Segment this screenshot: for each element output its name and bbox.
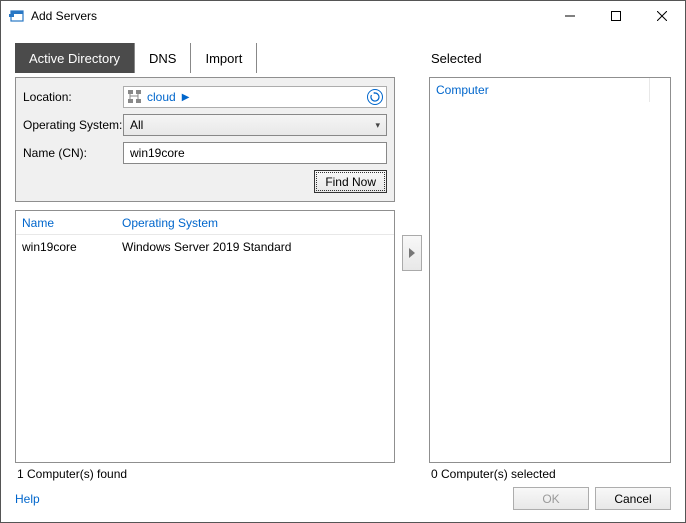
maximize-button[interactable] bbox=[593, 1, 639, 31]
titlebar: Add Servers bbox=[1, 1, 685, 31]
selected-header-computer[interactable]: Computer bbox=[430, 78, 650, 102]
location-arrow-icon: ▶ bbox=[182, 92, 190, 103]
app-icon bbox=[9, 8, 25, 24]
os-value: All bbox=[130, 118, 143, 132]
window-title: Add Servers bbox=[31, 9, 547, 23]
tab-bar: Active Directory DNS Import bbox=[15, 43, 395, 73]
table-row[interactable]: win19core Windows Server 2019 Standard bbox=[16, 235, 394, 259]
result-os: Windows Server 2019 Standard bbox=[116, 240, 394, 254]
os-select[interactable]: All ▾ bbox=[123, 114, 387, 136]
name-input[interactable] bbox=[123, 142, 387, 164]
tab-dns[interactable]: DNS bbox=[135, 43, 191, 73]
help-link[interactable]: Help bbox=[15, 492, 40, 506]
location-label: Location: bbox=[23, 90, 123, 104]
close-button[interactable] bbox=[639, 1, 685, 31]
cancel-button[interactable]: Cancel bbox=[595, 487, 671, 510]
minimize-button[interactable] bbox=[547, 1, 593, 31]
result-name: win19core bbox=[16, 240, 116, 254]
ok-button[interactable]: OK bbox=[513, 487, 589, 510]
selected-list: Computer bbox=[429, 77, 671, 463]
name-label: Name (CN): bbox=[23, 146, 123, 160]
tab-active-directory[interactable]: Active Directory bbox=[15, 43, 135, 73]
filter-panel: Location: cloud ▶ Operating System: bbox=[15, 77, 395, 202]
refresh-icon[interactable] bbox=[367, 89, 383, 105]
results-list: Name Operating System win19core Windows … bbox=[15, 210, 395, 463]
status-selected: 0 Computer(s) selected bbox=[429, 467, 671, 481]
results-header-name[interactable]: Name bbox=[16, 216, 116, 230]
selected-label: Selected bbox=[429, 43, 671, 73]
move-right-button[interactable] bbox=[402, 235, 422, 271]
location-value: cloud bbox=[147, 90, 176, 104]
os-label: Operating System: bbox=[23, 118, 123, 132]
find-now-button[interactable]: Find Now bbox=[314, 170, 387, 193]
status-found: 1 Computer(s) found bbox=[15, 467, 395, 481]
tab-import[interactable]: Import bbox=[191, 43, 257, 73]
results-header-os[interactable]: Operating System bbox=[116, 216, 394, 230]
location-field[interactable]: cloud ▶ bbox=[123, 86, 387, 108]
location-tree-icon bbox=[127, 89, 143, 105]
chevron-down-icon: ▾ bbox=[375, 120, 380, 131]
window-controls bbox=[547, 1, 685, 31]
